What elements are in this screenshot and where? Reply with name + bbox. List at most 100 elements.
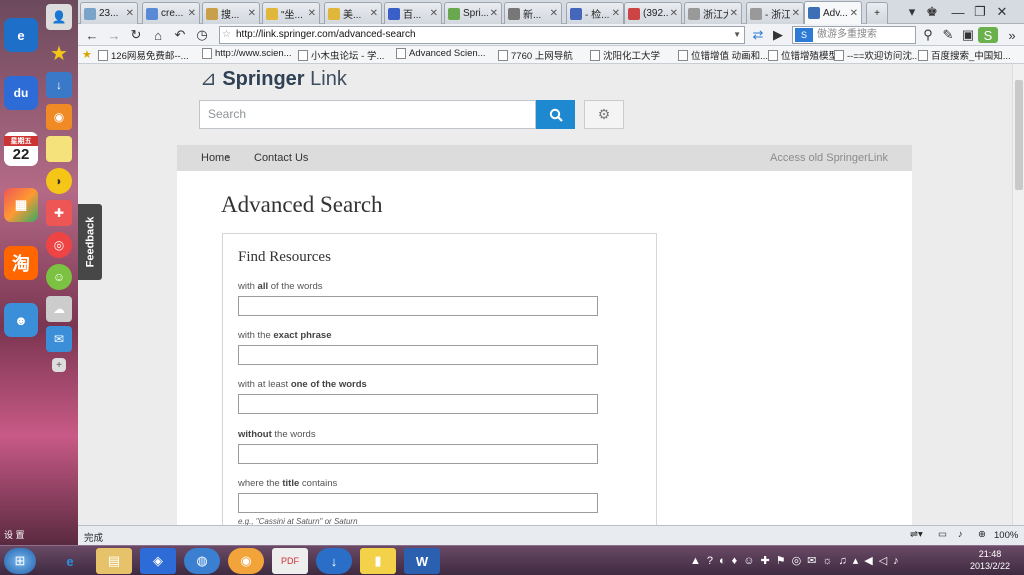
favorite-link[interactable]: 沈阳化工大学 [590, 48, 660, 62]
taskbar-word-icon[interactable]: W [404, 548, 440, 574]
home-icon[interactable]: ⌂ [150, 27, 166, 43]
smiley-icon[interactable]: ☺ [46, 264, 72, 290]
mail-icon[interactable]: ✉ [46, 326, 72, 352]
zoom-icon[interactable]: ⊕ [978, 529, 986, 540]
status-tools-icon[interactable]: ⇌▾ [910, 529, 923, 540]
close-tab-icon[interactable]: ✕ [730, 8, 738, 19]
favorite-link[interactable]: 7760 上网导航 [498, 48, 573, 62]
feedback-tab[interactable]: Feedback [78, 204, 102, 280]
close-tab-icon[interactable]: ✕ [792, 8, 800, 19]
browser-tab[interactable]: 23... ✕ [80, 2, 138, 24]
refresh-icon[interactable]: ↻ [128, 27, 144, 43]
apps-grid-icon[interactable]: ▦ [4, 188, 38, 222]
skin-icon[interactable]: ♚ [924, 4, 940, 20]
browser-tab[interactable]: 新... ✕ [504, 2, 562, 24]
taobao-icon[interactable]: 淘 [4, 246, 38, 280]
taskbar-download-icon[interactable]: ↓ [316, 548, 352, 574]
favorite-link[interactable]: Advanced Scien... [396, 48, 486, 59]
favorite-link[interactable]: 位错增殖模型 [768, 48, 838, 62]
vertical-scrollbar[interactable] [1012, 64, 1024, 525]
history-icon[interactable]: ◷ [194, 27, 210, 43]
calendar-widget[interactable]: 星期五 22 [4, 132, 38, 166]
close-tab-icon[interactable]: ✕ [188, 8, 196, 19]
browser-tab[interactable]: - 检... ✕ [566, 2, 624, 24]
star-icon[interactable]: ★ [46, 40, 72, 66]
site-search-button[interactable] [536, 100, 575, 129]
browser-tab[interactable]: Adv... ✕ [804, 1, 862, 24]
search-field-input[interactable] [238, 394, 598, 414]
bookmark-star-icon[interactable]: ☆ [222, 27, 231, 43]
close-tab-icon[interactable]: ✕ [248, 8, 256, 19]
taskbar-notes-icon[interactable]: ▮ [360, 548, 396, 574]
search-field-input[interactable] [238, 493, 598, 513]
extension-icon[interactable]: S [978, 27, 998, 43]
sync-icon[interactable]: ⇄ [750, 27, 766, 43]
qq-game-icon[interactable]: ☻ [4, 303, 38, 337]
close-tab-icon[interactable]: ✕ [490, 8, 498, 19]
taskbar-app-icon[interactable]: ◍ [184, 548, 220, 574]
close-tab-icon[interactable]: ✕ [850, 8, 858, 19]
close-tab-icon[interactable]: ✕ [126, 8, 134, 19]
undo-icon[interactable]: ↶ [172, 27, 188, 43]
page-icon[interactable]: ▭ [938, 529, 947, 540]
restore-icon[interactable]: ❐ [972, 4, 988, 20]
clock[interactable]: 21:48 2013/2/22 [970, 548, 1010, 572]
forward-icon[interactable]: → [106, 27, 122, 43]
start-button[interactable]: ⊞ [4, 548, 36, 574]
search-field-input[interactable] [238, 296, 598, 316]
new-tab-button[interactable]: + [866, 2, 888, 24]
play-icon[interactable]: ▶ [770, 27, 786, 43]
browser-tab[interactable]: - 浙江...✕ [746, 2, 804, 24]
address-bar[interactable]: ☆ http://link.springer.com/advanced-sear… [219, 26, 745, 44]
favorite-link[interactable]: 位错增值 动画和... [678, 48, 768, 62]
minimize-icon[interactable]: — [950, 4, 966, 20]
close-tab-icon[interactable]: ✕ [612, 8, 620, 19]
favorite-link[interactable]: --==欢迎访问沈... [834, 48, 920, 62]
more-icon[interactable]: » [1004, 27, 1020, 43]
browser-tab[interactable]: (392...✕ [624, 2, 682, 24]
rss-icon[interactable]: ◉ [46, 104, 72, 130]
scrollbar-thumb[interactable] [1015, 80, 1023, 190]
baidu-icon[interactable]: du [4, 76, 38, 110]
notes-icon[interactable] [46, 136, 72, 162]
browser-tab[interactable]: "坐... ✕ [262, 2, 320, 24]
taskbar-ie-icon[interactable]: e [52, 548, 88, 574]
close-tab-icon[interactable]: ✕ [308, 8, 316, 19]
old-springerlink-link[interactable]: Access old SpringerLink [770, 152, 888, 164]
tools-icon[interactable]: ✎ [940, 27, 956, 43]
nav-contact-link[interactable]: Contact Us [254, 152, 308, 164]
favorites-star-icon[interactable]: ★ [82, 48, 92, 61]
browser-tab[interactable]: Spri... ✕ [444, 2, 502, 24]
cloud-icon[interactable]: ☁ [46, 296, 72, 322]
user-avatar-icon[interactable]: 👤 [46, 4, 72, 30]
system-tray-icons[interactable]: ▲?◐♦☺✚⚑◎✉☼♫▴◀◁♪ [690, 554, 905, 567]
desktop-settings[interactable]: 设 置 [4, 528, 25, 541]
pacman-icon[interactable]: ◗ [46, 168, 72, 194]
search-options-button[interactable]: ⚙ [584, 100, 624, 129]
search-icon[interactable]: ⚲ [920, 27, 936, 43]
favorite-link[interactable]: 小木虫论坛 - 学... [298, 48, 384, 62]
favorite-link[interactable]: 百度搜索_中国知... [918, 48, 1011, 62]
favorite-link[interactable]: 126网易免费邮--... [98, 48, 189, 62]
close-tab-icon[interactable]: ✕ [430, 8, 438, 19]
taskbar-pdf-icon[interactable]: PDF [272, 548, 308, 574]
close-window-icon[interactable]: ✕ [994, 4, 1010, 20]
close-tab-icon[interactable]: ✕ [550, 8, 558, 19]
close-tab-icon[interactable]: ✕ [370, 8, 378, 19]
add-widget-icon[interactable]: + [52, 358, 66, 372]
search-field-input[interactable] [238, 444, 598, 464]
browser-search-input[interactable]: S 傲游多重搜索 [792, 26, 916, 44]
search-field-input[interactable] [238, 345, 598, 365]
gift-icon[interactable]: ✚ [46, 200, 72, 226]
close-tab-icon[interactable]: ✕ [670, 8, 678, 19]
chevron-down-icon[interactable]: ▼ [733, 27, 741, 43]
download-icon[interactable]: ↓ [46, 72, 72, 98]
browser-tab[interactable]: 百... ✕ [384, 2, 442, 24]
springerlink-logo[interactable]: ⊿ Springer Link [200, 66, 347, 91]
browser-tab[interactable]: 美... ✕ [324, 2, 382, 24]
taskbar-explorer-icon[interactable]: ▤ [96, 548, 132, 574]
browser-tab[interactable]: cre... ✕ [142, 2, 200, 24]
site-search-input[interactable]: Search [199, 100, 536, 129]
zoom-level[interactable]: 100% [994, 530, 1018, 541]
tab-menu-icon[interactable]: ▾ [904, 4, 920, 20]
